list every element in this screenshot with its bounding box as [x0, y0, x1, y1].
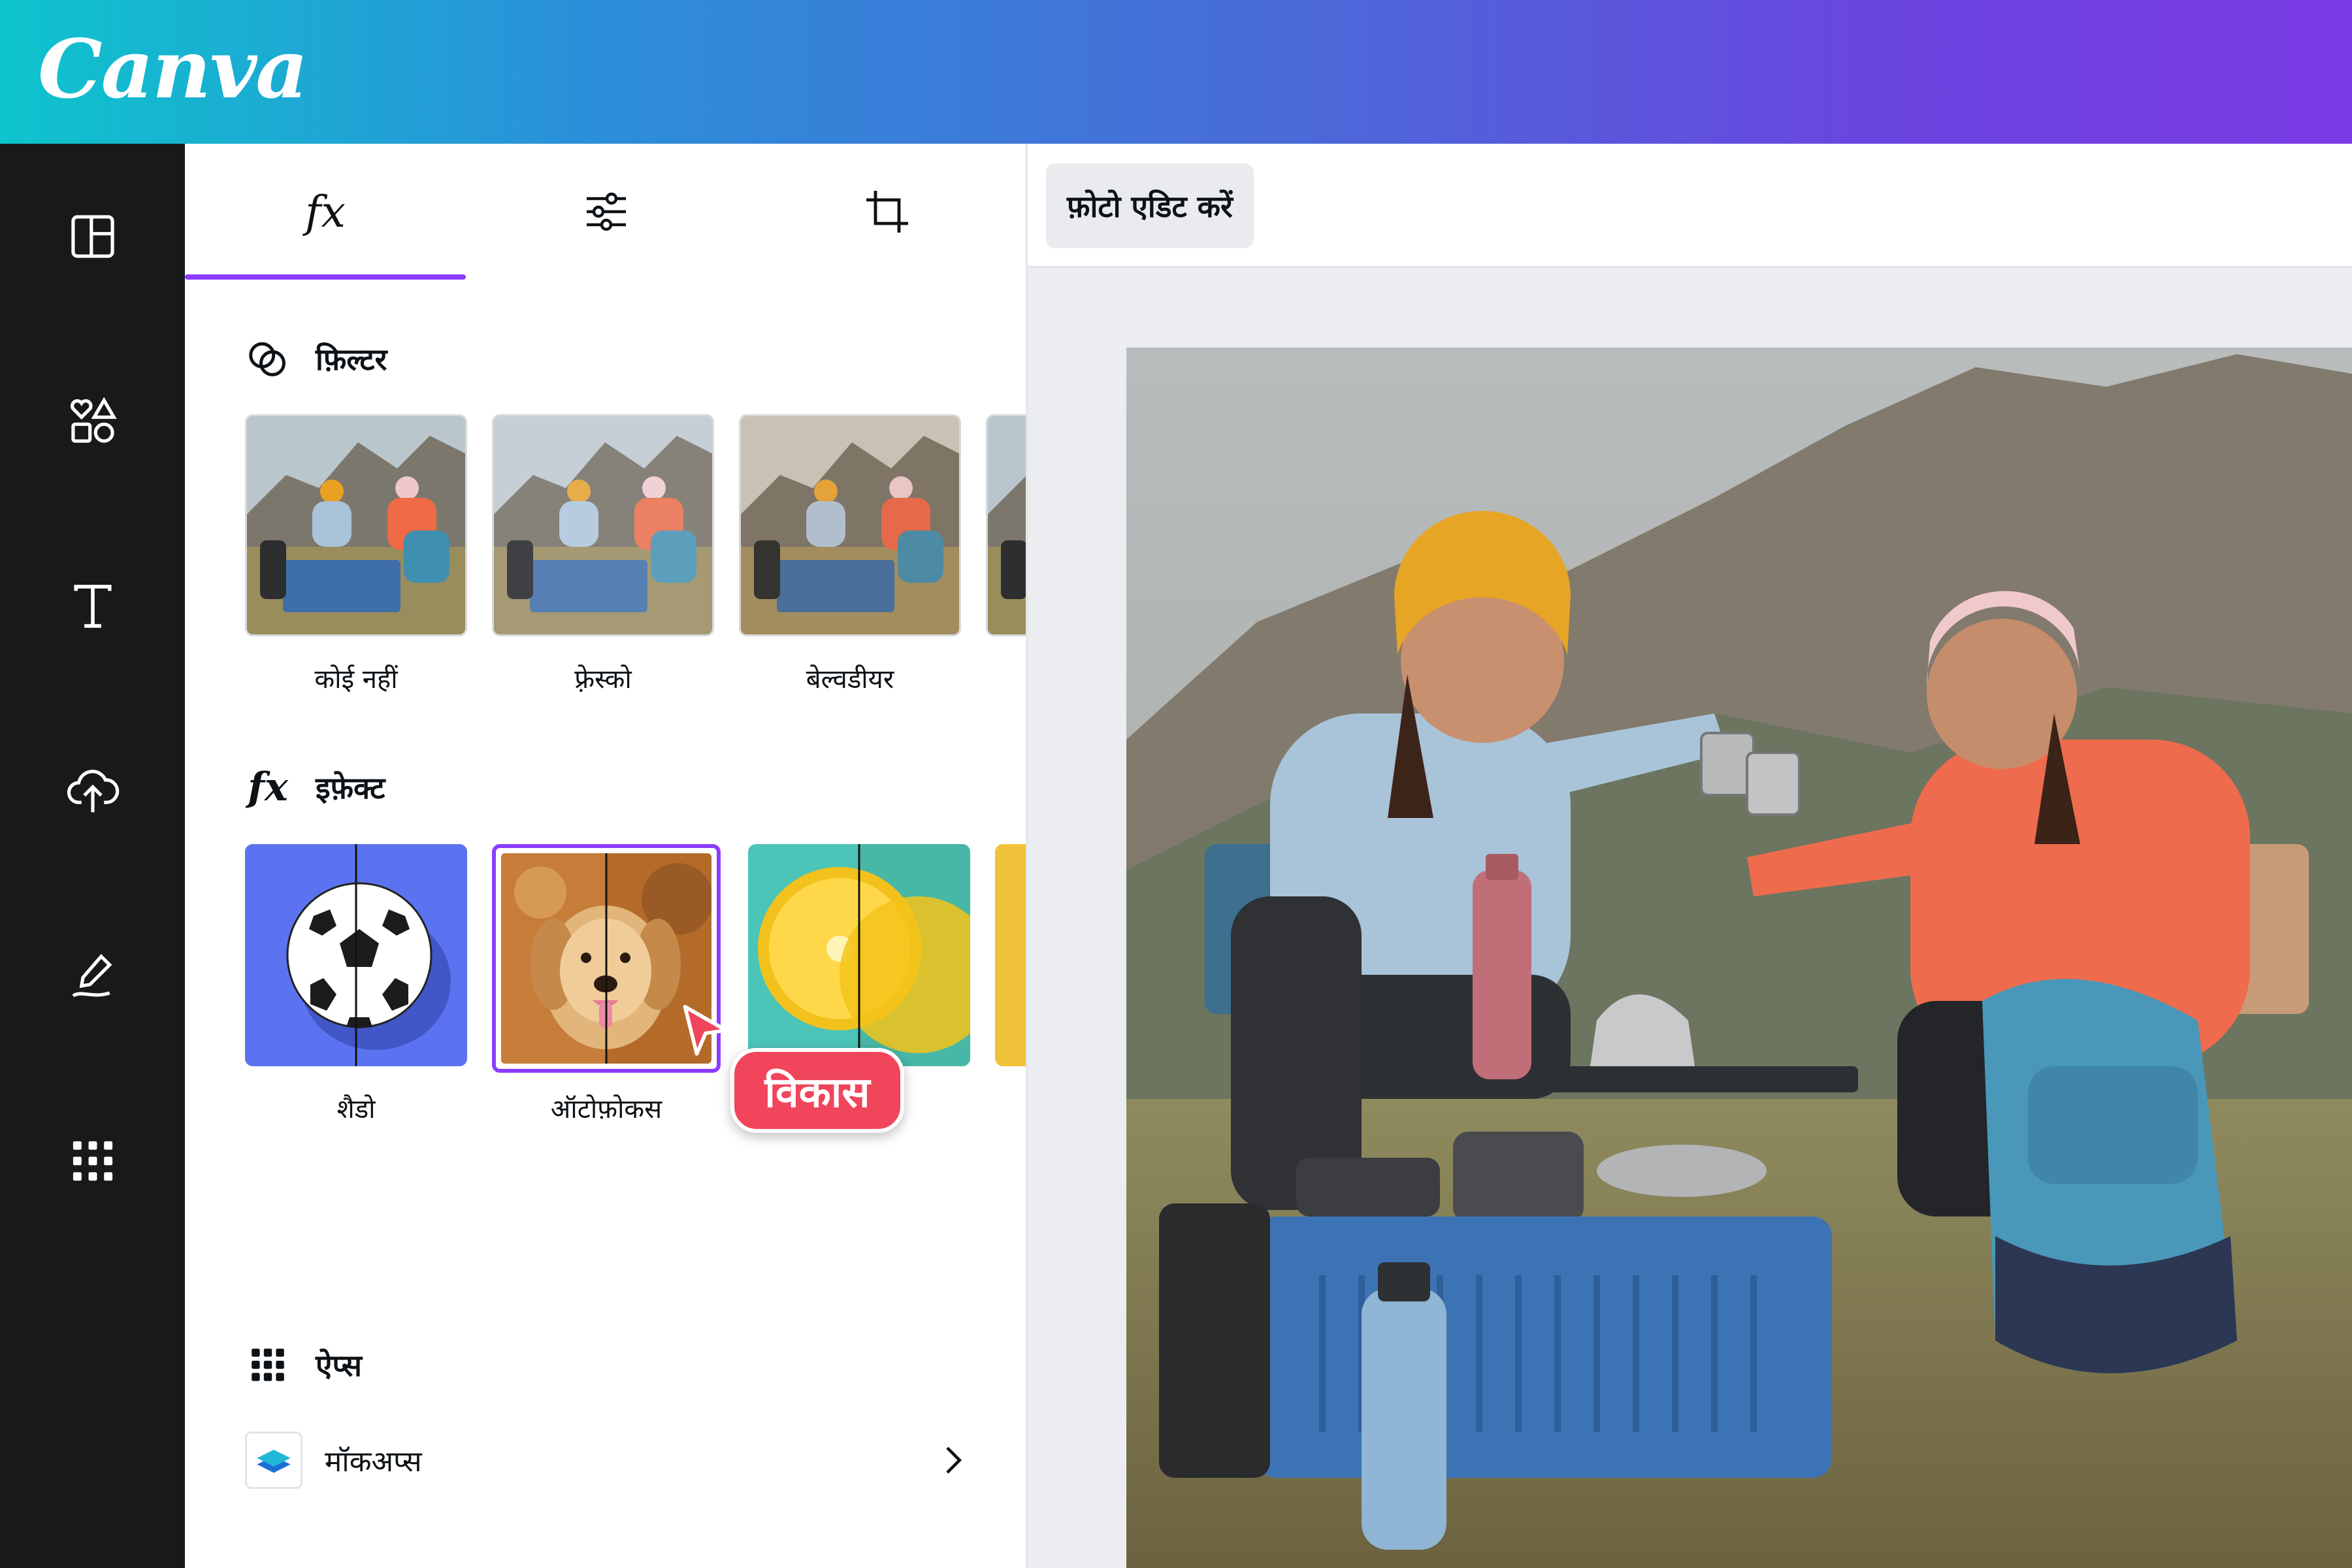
filter-label: बेल्वडीयर: [806, 664, 894, 694]
effect-thumb-third[interactable]: [748, 844, 970, 1066]
effect-thumb-more[interactable]: [995, 844, 1026, 1066]
edit-photo-panel: fx फ़िल्टर कोई नहीं फ़्रेस्को बेल्वडीयर …: [185, 144, 1028, 1568]
canva-logo[interactable]: Canva: [38, 22, 308, 117]
panel-tabs: fx: [185, 144, 1026, 280]
effects-icon: fx: [305, 186, 346, 237]
filter-thumb-none[interactable]: [245, 414, 467, 636]
apps-icon: [73, 1141, 112, 1181]
draw-icon: [71, 954, 112, 998]
effect-label: ऑटोफ़ोकस: [550, 1094, 662, 1124]
rail-item-draw[interactable]: [0, 911, 185, 1041]
tab-crop[interactable]: [747, 144, 1026, 280]
lemon-icon: [748, 844, 970, 1066]
effect-tooltip: विकास: [730, 1048, 904, 1133]
design-icon: [71, 215, 114, 258]
filters-title: फ़िल्टर: [316, 342, 387, 377]
app-item-mockups[interactable]: मॉकअप्स: [245, 1424, 970, 1496]
rail-item-apps[interactable]: [0, 1096, 185, 1226]
effect-thumb-shadow[interactable]: [245, 844, 467, 1066]
rail-item-elements[interactable]: [0, 356, 185, 487]
cursor-arrow-icon: [683, 1005, 728, 1056]
chevron-right-icon[interactable]: [935, 1443, 970, 1478]
filter-label: कोई नहीं: [314, 664, 398, 694]
layers-icon: [245, 1431, 302, 1489]
crop-icon: [866, 191, 908, 233]
filter-thumb-more[interactable]: [986, 414, 1026, 636]
filter-thumb-belvedere[interactable]: [739, 414, 961, 636]
camping-photo: [1126, 348, 2352, 1568]
rail-item-design[interactable]: [0, 171, 185, 302]
apps-grid-icon: [245, 1342, 291, 1388]
apps-title: ऐप्स: [316, 1348, 362, 1383]
app-name: मॉकअप्स: [325, 1445, 422, 1478]
filter-thumb-fresco[interactable]: [492, 414, 714, 636]
filters-heading: फ़िल्टर: [245, 336, 387, 382]
filter-photo: [741, 416, 959, 634]
filter-photo: [494, 416, 712, 634]
uploads-icon: [67, 770, 119, 813]
filter-photo: [988, 416, 1026, 634]
effects-icon: fx: [248, 764, 288, 810]
effects-heading: fx इफ़ेक्ट: [245, 764, 385, 810]
rail-item-text[interactable]: [0, 541, 185, 672]
tab-adjust[interactable]: [466, 144, 747, 280]
edit-photo-button[interactable]: फ़ोटो एडिट करें: [1046, 163, 1254, 248]
filter-photo: [247, 416, 465, 634]
effect-label: शैडो: [336, 1094, 376, 1124]
adjust-sliders-icon: [587, 192, 626, 231]
canvas-area: [1028, 268, 2352, 1568]
filters-icon: [245, 336, 291, 382]
rail-item-uploads[interactable]: [0, 726, 185, 857]
soccer-ball-icon: [245, 844, 467, 1066]
editor-toolbar: फ़ोटो एडिट करें: [1028, 144, 2352, 268]
elements-icon: [70, 397, 117, 443]
canvas-photo[interactable]: [1126, 348, 2352, 1568]
text-icon: [73, 585, 112, 628]
tab-effects[interactable]: fx: [185, 144, 466, 280]
left-rail: [0, 144, 185, 1568]
app-header: Canva: [0, 0, 2352, 144]
apps-heading: ऐप्स: [245, 1342, 362, 1388]
filter-label: फ़्रेस्को: [574, 664, 632, 694]
effects-title: इफ़ेक्ट: [316, 770, 385, 806]
